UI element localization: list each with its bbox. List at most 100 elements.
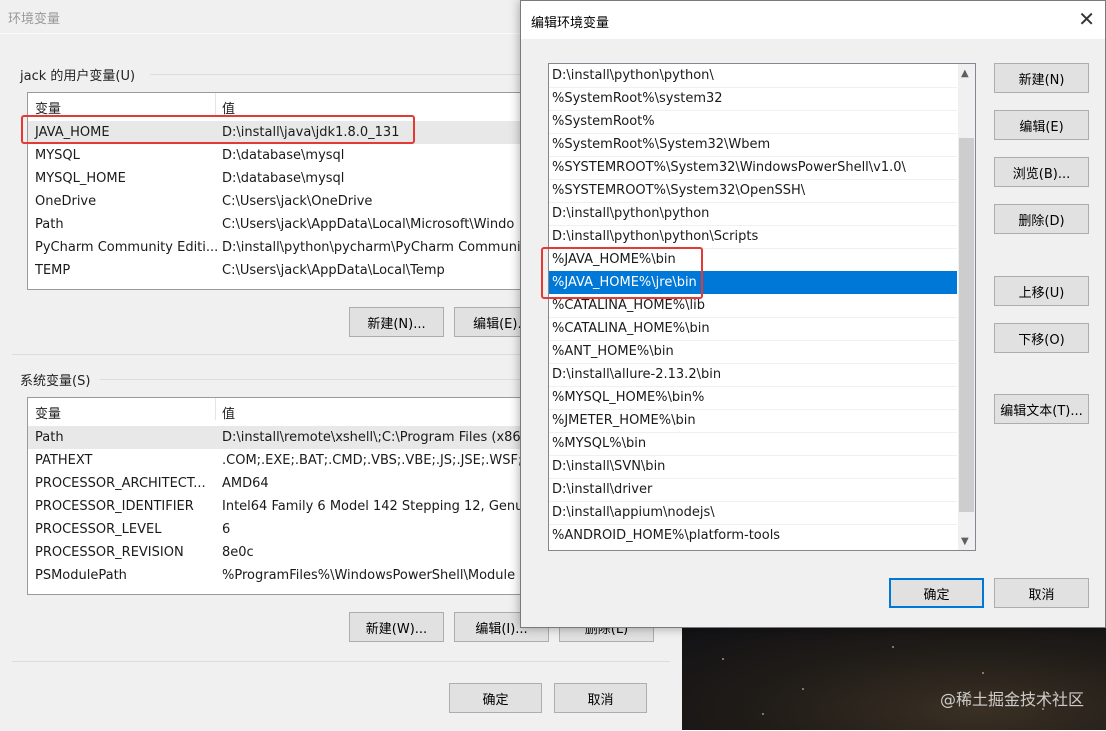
variable-value: 8e0c (222, 545, 254, 560)
table-row[interactable]: MYSQL D:\database\mysql (28, 144, 588, 167)
path-entry: D:\install\python\python\ (552, 68, 714, 83)
variable-value: C:\Users\jack\AppData\Local\Microsoft\Wi… (222, 217, 515, 232)
browse-button[interactable]: 浏览(B)... (994, 157, 1089, 187)
variable-value: D:\install\remote\xshell\;C:\Program Fil… (222, 430, 526, 445)
variable-value: 6 (222, 522, 231, 537)
variable-name: TEMP (35, 263, 71, 278)
move-down-button[interactable]: 下移(O) (994, 323, 1089, 353)
table-row[interactable]: PSModulePath %ProgramFiles%\WindowsPowerS… (28, 564, 588, 587)
system-new-button[interactable]: 新建(W)... (349, 612, 444, 642)
path-entry: D:\install\python\python\Scripts (552, 229, 759, 244)
table-row[interactable]: MYSQL_HOME D:\database\mysql (28, 167, 588, 190)
table-row[interactable]: PROCESSOR_REVISION 8e0c (28, 541, 588, 564)
table-row[interactable]: PROCESSOR_IDENTIFIER Intel64 Family 6 Mod… (28, 495, 588, 518)
list-item[interactable]: %MYSQL%\bin (549, 432, 957, 456)
column-header-name[interactable]: 变量 (35, 403, 61, 422)
scroll-up-arrow-icon[interactable]: ▲ (961, 68, 969, 79)
desktop-background (682, 628, 1106, 730)
table-row[interactable]: TEMP C:\Users\jack\AppData\Local\Temp (28, 259, 588, 282)
scrollbar-thumb[interactable] (959, 138, 974, 512)
list-item[interactable]: %SystemRoot%\system32 (549, 87, 957, 111)
new-path-button[interactable]: 新建(N) (994, 63, 1089, 93)
edit-ok-button[interactable]: 确定 (889, 578, 984, 608)
list-item[interactable]: %CATALINA_HOME%\lib (549, 294, 957, 318)
list-item[interactable]: D:\install\SVN\bin (549, 455, 957, 479)
list-item[interactable]: %CATALINA_HOME%\bin (549, 317, 957, 341)
cancel-button[interactable]: 取消 (554, 683, 647, 713)
variable-name: PyCharm Community Editi... (35, 240, 219, 255)
variable-value: D:\install\python\pycharm\PyCharm Commun… (222, 240, 526, 255)
variable-name: PROCESSOR_LEVEL (35, 522, 162, 537)
column-separator[interactable] (215, 93, 216, 115)
column-separator[interactable] (215, 398, 216, 420)
variable-name: PROCESSOR_REVISION (35, 545, 184, 560)
edit-path-button[interactable]: 编辑(E) (994, 110, 1089, 140)
system-variables-list[interactable]: 变量 值 Path D:\install\remote\xshell\;C:\Pr… (27, 397, 589, 595)
path-entries-list[interactable]: D:\install\python\python\ %SystemRoot%\s… (548, 63, 976, 551)
list-item[interactable]: D:\install\python\python\ (549, 64, 957, 88)
table-row[interactable]: JAVA_HOME D:\install\java\jdk1.8.0_131 (28, 121, 588, 144)
path-entry: %SystemRoot% (552, 114, 655, 129)
list-item[interactable]: D:\install\python\python (549, 202, 957, 226)
path-entry: %MYSQL%\bin (552, 436, 647, 451)
edit-text-button[interactable]: 编辑文本(T)... (994, 394, 1089, 424)
table-row[interactable]: PROCESSOR_ARCHITECT... AMD64 (28, 472, 588, 495)
variable-value: %ProgramFiles%\WindowsPowerShell\Module (222, 568, 516, 583)
list-item[interactable]: %SYSTEMROOT%\System32\OpenSSH\ (549, 179, 957, 203)
path-entry: %MYSQL_HOME%\bin% (552, 390, 705, 405)
variable-value: AMD64 (222, 476, 269, 491)
system-variables-label: 系统变量(S) (20, 374, 91, 389)
watermark: @稀土掘金技术社区 (939, 690, 1084, 709)
column-header-value[interactable]: 值 (222, 98, 235, 117)
table-row[interactable]: PATHEXT .COM;.EXE;.BAT;.CMD;.VBS;.VBE;.JS… (28, 449, 588, 472)
list-item[interactable]: %MYSQL_HOME%\bin% (549, 386, 957, 410)
list-item[interactable]: %SYSTEMROOT%\System32\WindowsPowerShell\… (549, 156, 957, 180)
list-item[interactable]: %SystemRoot% (549, 110, 957, 134)
path-entry: %JAVA_HOME%\jre\bin (552, 275, 697, 290)
table-row[interactable]: OneDrive C:\Users\jack\OneDrive (28, 190, 588, 213)
ok-button[interactable]: 确定 (449, 683, 542, 713)
user-new-button[interactable]: 新建(N)... (349, 307, 444, 337)
variable-value: Intel64 Family 6 Model 142 Stepping 12, … (222, 499, 527, 514)
close-icon[interactable]: ✕ (1078, 7, 1095, 31)
variable-name: Path (35, 430, 64, 445)
column-header-value[interactable]: 值 (222, 403, 235, 422)
variable-name: PATHEXT (35, 453, 93, 468)
variable-value: .COM;.EXE;.BAT;.CMD;.VBS;.VBE;.JS;.JSE;.… (222, 453, 540, 468)
list-item[interactable]: %ANDROID_HOME%\platform-tools (549, 524, 957, 547)
table-row[interactable]: PyCharm Community Editi... D:\install\pyt… (28, 236, 588, 259)
dialog-title: 环境变量 (8, 12, 61, 27)
variable-name: JAVA_HOME (35, 125, 110, 140)
variable-name: PROCESSOR_ARCHITECT... (35, 476, 206, 491)
dialog-title: 编辑环境变量 (531, 16, 610, 31)
list-item-selected[interactable]: %JAVA_HOME%\jre\bin (549, 271, 957, 294)
list-item[interactable]: D:\install\python\python\Scripts (549, 225, 957, 249)
table-row[interactable]: Path C:\Users\jack\AppData\Local\Microsof… (28, 213, 588, 236)
move-up-button[interactable]: 上移(U) (994, 276, 1089, 306)
list-item[interactable]: %JAVA_HOME%\bin (549, 248, 957, 272)
edit-cancel-button[interactable]: 取消 (994, 578, 1089, 608)
variable-value: C:\Users\jack\OneDrive (222, 194, 373, 209)
list-item[interactable]: %ANT_HOME%\bin (549, 340, 957, 364)
list-header: 变量 值 (28, 398, 588, 422)
path-entry: %SystemRoot%\system32 (552, 91, 723, 106)
list-item[interactable]: %SystemRoot%\System32\Wbem (549, 133, 957, 157)
scroll-down-arrow-icon[interactable]: ▼ (961, 536, 969, 547)
user-variables-list[interactable]: 变量 值 JAVA_HOME D:\install\java\jdk1.8.0_1… (27, 92, 589, 290)
table-row[interactable]: PROCESSOR_LEVEL 6 (28, 518, 588, 541)
list-item[interactable]: %JMETER_HOME%\bin (549, 409, 957, 433)
path-entry: D:\install\appium\nodejs\ (552, 505, 715, 520)
column-header-name[interactable]: 变量 (35, 98, 61, 117)
list-item[interactable]: D:\install\allure-2.13.2\bin (549, 363, 957, 387)
list-item[interactable]: D:\install\driver (549, 478, 957, 502)
vertical-scrollbar[interactable]: ▲ ▼ (958, 64, 975, 550)
variable-name: MYSQL (35, 148, 80, 163)
variable-name: PSModulePath (35, 568, 127, 583)
path-entry: D:\install\python\python (552, 206, 710, 221)
path-entry: %SYSTEMROOT%\System32\OpenSSH\ (552, 183, 806, 198)
delete-path-button[interactable]: 删除(D) (994, 204, 1089, 234)
group-divider (12, 661, 670, 662)
list-item[interactable]: D:\install\appium\nodejs\ (549, 501, 957, 525)
table-row[interactable]: Path D:\install\remote\xshell\;C:\Program… (28, 426, 588, 449)
path-entry: %CATALINA_HOME%\lib (552, 298, 705, 313)
